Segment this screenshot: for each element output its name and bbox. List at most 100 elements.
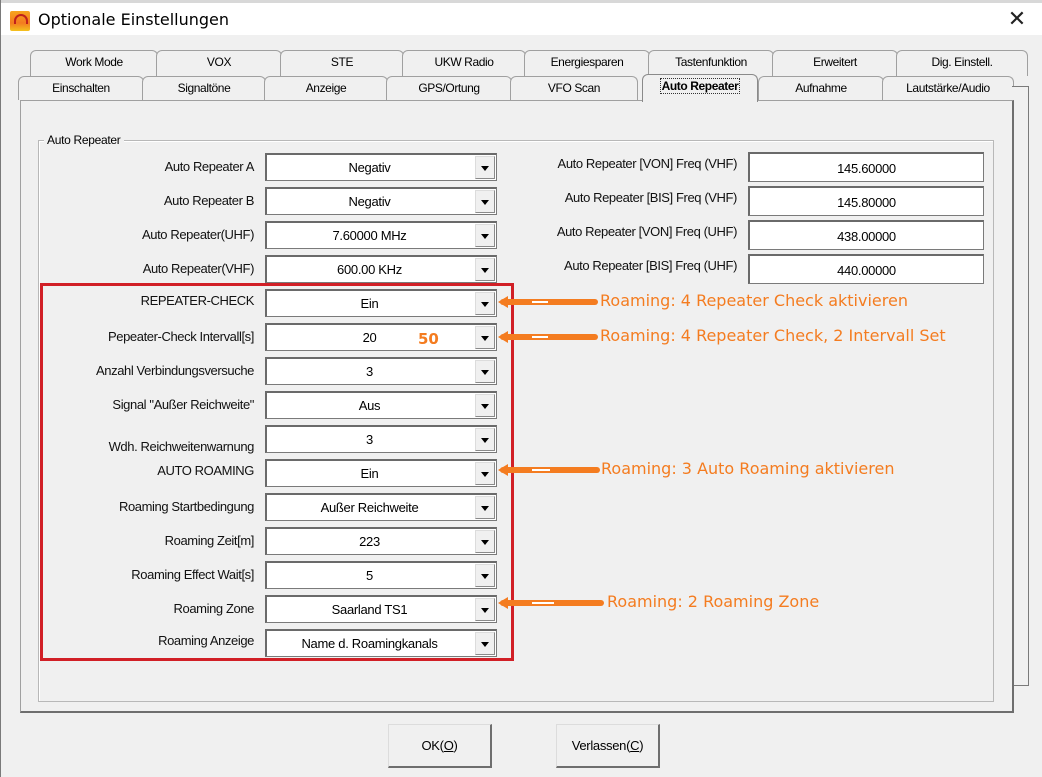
dropdown-arrow-icon[interactable]: [475, 190, 495, 213]
dropdown-arrow-icon[interactable]: [475, 530, 495, 553]
field-label-wdh-reichweitenwarnung: Wdh. Reichweitenwarnung: [108, 439, 255, 454]
combo-roaming-startbedingung[interactable]: Außer Reichweite: [265, 493, 497, 521]
tab-label: STE: [330, 55, 354, 69]
groupbox-legend: Auto Repeater: [44, 133, 124, 147]
combo-pepeater-check-intervall-s[interactable]: 20: [265, 323, 497, 351]
field-label-auto-repeater-bis-freq-vhf: Auto Repeater [BIS] Freq (VHF): [564, 190, 738, 205]
combo-value: 3: [366, 364, 373, 379]
ok-label-close: ): [453, 738, 458, 753]
input-value: 438.00000: [837, 229, 896, 244]
combo-value: Ein: [360, 466, 379, 481]
annotation-note-4: Roaming: 2 Roaming Zone: [607, 592, 820, 611]
dropdown-arrow-icon[interactable]: [475, 156, 495, 179]
dropdown-arrow-icon[interactable]: [475, 496, 495, 519]
ok-label: OK(: [421, 738, 444, 753]
combo-roaming-effect-wait-s[interactable]: 5: [265, 561, 497, 589]
dropdown-arrow-icon[interactable]: [475, 360, 495, 383]
combo-value: 5: [366, 568, 373, 583]
tab-aufnahme[interactable]: Aufnahme: [758, 76, 884, 100]
dropdown-arrow-icon[interactable]: [475, 394, 495, 417]
combo-roaming-anzeige[interactable]: Name d. Roamingkanals: [265, 629, 497, 657]
tab-tastenfunktion[interactable]: Tastenfunktion: [648, 50, 774, 76]
tab-label: Aufnahme: [795, 81, 847, 95]
field-label-repeater-check: REPEATER-CHECK: [140, 293, 255, 308]
input-auto-repeater-von-freq-vhf[interactable]: 145.60000: [748, 152, 984, 182]
dropdown-arrow-icon[interactable]: [475, 428, 495, 451]
cancel-button[interactable]: Verlassen(C): [556, 724, 660, 768]
field-label-auto-repeater-vhf: Auto Repeater(VHF): [142, 261, 255, 276]
input-auto-repeater-von-freq-uhf[interactable]: 438.00000: [748, 220, 984, 250]
tab-label: VFO Scan: [547, 81, 601, 95]
tab-ste[interactable]: STE: [280, 50, 404, 76]
dropdown-arrow-icon[interactable]: [475, 632, 495, 655]
dropdown-arrow-icon[interactable]: [475, 258, 495, 281]
combo-value: Negativ: [348, 194, 391, 209]
combo-value: 600.00 KHz: [337, 262, 402, 277]
dropdown-arrow-icon[interactable]: [475, 564, 495, 587]
cancel-label: Verlassen(: [571, 738, 631, 753]
tab-work-mode[interactable]: Work Mode: [30, 50, 158, 76]
arrow-annotation-3: [498, 464, 600, 476]
tab-label: UKW Radio: [434, 55, 494, 69]
window-title: Optionale Einstellungen: [38, 10, 230, 29]
cancel-label-close: ): [639, 738, 644, 753]
tab-gps-ortung[interactable]: GPS/Ortung: [386, 76, 512, 100]
arrow-annotation-4: [498, 597, 604, 609]
input-auto-repeater-bis-freq-uhf[interactable]: 440.00000: [748, 254, 984, 284]
tab-vox[interactable]: VOX: [156, 50, 282, 76]
field-label-roaming-effect-wait-s: Roaming Effect Wait[s]: [131, 567, 254, 582]
combo-signal-au-er-reichweite[interactable]: Aus: [265, 391, 497, 419]
combo-anzahl-verbindungsversuche[interactable]: 3: [265, 357, 497, 385]
tab-energiesparen[interactable]: Energiesparen: [524, 50, 650, 76]
input-value: 145.60000: [837, 161, 896, 176]
annotation-note-1: Roaming: 4 Repeater Check aktivieren: [600, 291, 908, 310]
tab-dig-einstell[interactable]: Dig. Einstell.: [896, 50, 1028, 76]
tab-ukw-radio[interactable]: UKW Radio: [402, 50, 526, 76]
tab-label: VOX: [206, 55, 232, 69]
tab-label: Lautstärke/Audio: [906, 81, 990, 95]
tab-anzeige[interactable]: Anzeige: [264, 76, 388, 100]
dropdown-arrow-icon[interactable]: [475, 326, 495, 349]
arrow-annotation-1: [498, 296, 598, 308]
field-label-anzahl-verbindungsversuche: Anzahl Verbindungsversuche: [96, 363, 254, 378]
combo-value: Ein: [360, 296, 379, 311]
cancel-mnemonic: C: [630, 738, 640, 753]
combo-auto-repeater-b[interactable]: Negativ: [265, 187, 497, 215]
tab-label: Anzeige: [305, 81, 347, 95]
combo-wdh-reichweitenwarnung[interactable]: 3: [265, 425, 497, 453]
field-label-auto-repeater-uhf: Auto Repeater(UHF): [141, 227, 254, 242]
close-icon[interactable]: ✕: [1006, 7, 1028, 31]
combo-value: 7.60000 MHz: [332, 228, 407, 243]
tab-lautstaerke-audio[interactable]: Lautstärke/Audio: [882, 76, 1014, 100]
ok-button[interactable]: OK(O): [388, 724, 492, 768]
combo-auto-roaming[interactable]: Ein: [265, 459, 497, 487]
title-bar: Optionale Einstellungen ✕: [1, 3, 1042, 35]
combo-auto-repeater-vhf[interactable]: 600.00 KHz: [265, 255, 497, 283]
dropdown-arrow-icon[interactable]: [475, 462, 495, 485]
tab-auto-repeater[interactable]: Auto Repeater: [642, 74, 758, 102]
combo-auto-repeater-a[interactable]: Negativ: [265, 153, 497, 181]
input-auto-repeater-bis-freq-vhf[interactable]: 145.80000: [748, 186, 984, 216]
field-label-pepeater-check-intervall-s: Pepeater-Check Intervall[s]: [108, 329, 254, 344]
field-label-auto-roaming: AUTO ROAMING: [157, 463, 254, 478]
tab-signaltoene[interactable]: Signaltöne: [142, 76, 266, 100]
combo-roaming-zone[interactable]: Saarland TS1: [265, 595, 497, 623]
combo-value: Name d. Roamingkanals: [301, 636, 438, 651]
tab-panel-shadow: [1012, 86, 1029, 686]
dropdown-arrow-icon[interactable]: [475, 224, 495, 247]
field-label-roaming-startbedingung: Roaming Startbedingung: [118, 499, 254, 514]
dropdown-arrow-icon[interactable]: [475, 292, 495, 315]
field-label-auto-repeater-b: Auto Repeater B: [163, 193, 255, 208]
combo-repeater-check[interactable]: Ein: [265, 289, 497, 317]
tab-label: GPS/Ortung: [418, 81, 480, 95]
field-label-auto-repeater-von-freq-vhf: Auto Repeater [VON] Freq (VHF): [557, 156, 738, 171]
arrow-annotation-2: [498, 331, 598, 343]
combo-value: Saarland TS1: [331, 602, 408, 617]
combo-value: Aus: [358, 398, 381, 413]
dropdown-arrow-icon[interactable]: [475, 598, 495, 621]
combo-auto-repeater-uhf[interactable]: 7.60000 MHz: [265, 221, 497, 249]
tab-erweitert[interactable]: Erweitert: [772, 50, 898, 76]
tab-vfo-scan[interactable]: VFO Scan: [510, 76, 638, 100]
combo-roaming-zeit-m[interactable]: 223: [265, 527, 497, 555]
tab-einschalten[interactable]: Einschalten: [18, 76, 144, 100]
